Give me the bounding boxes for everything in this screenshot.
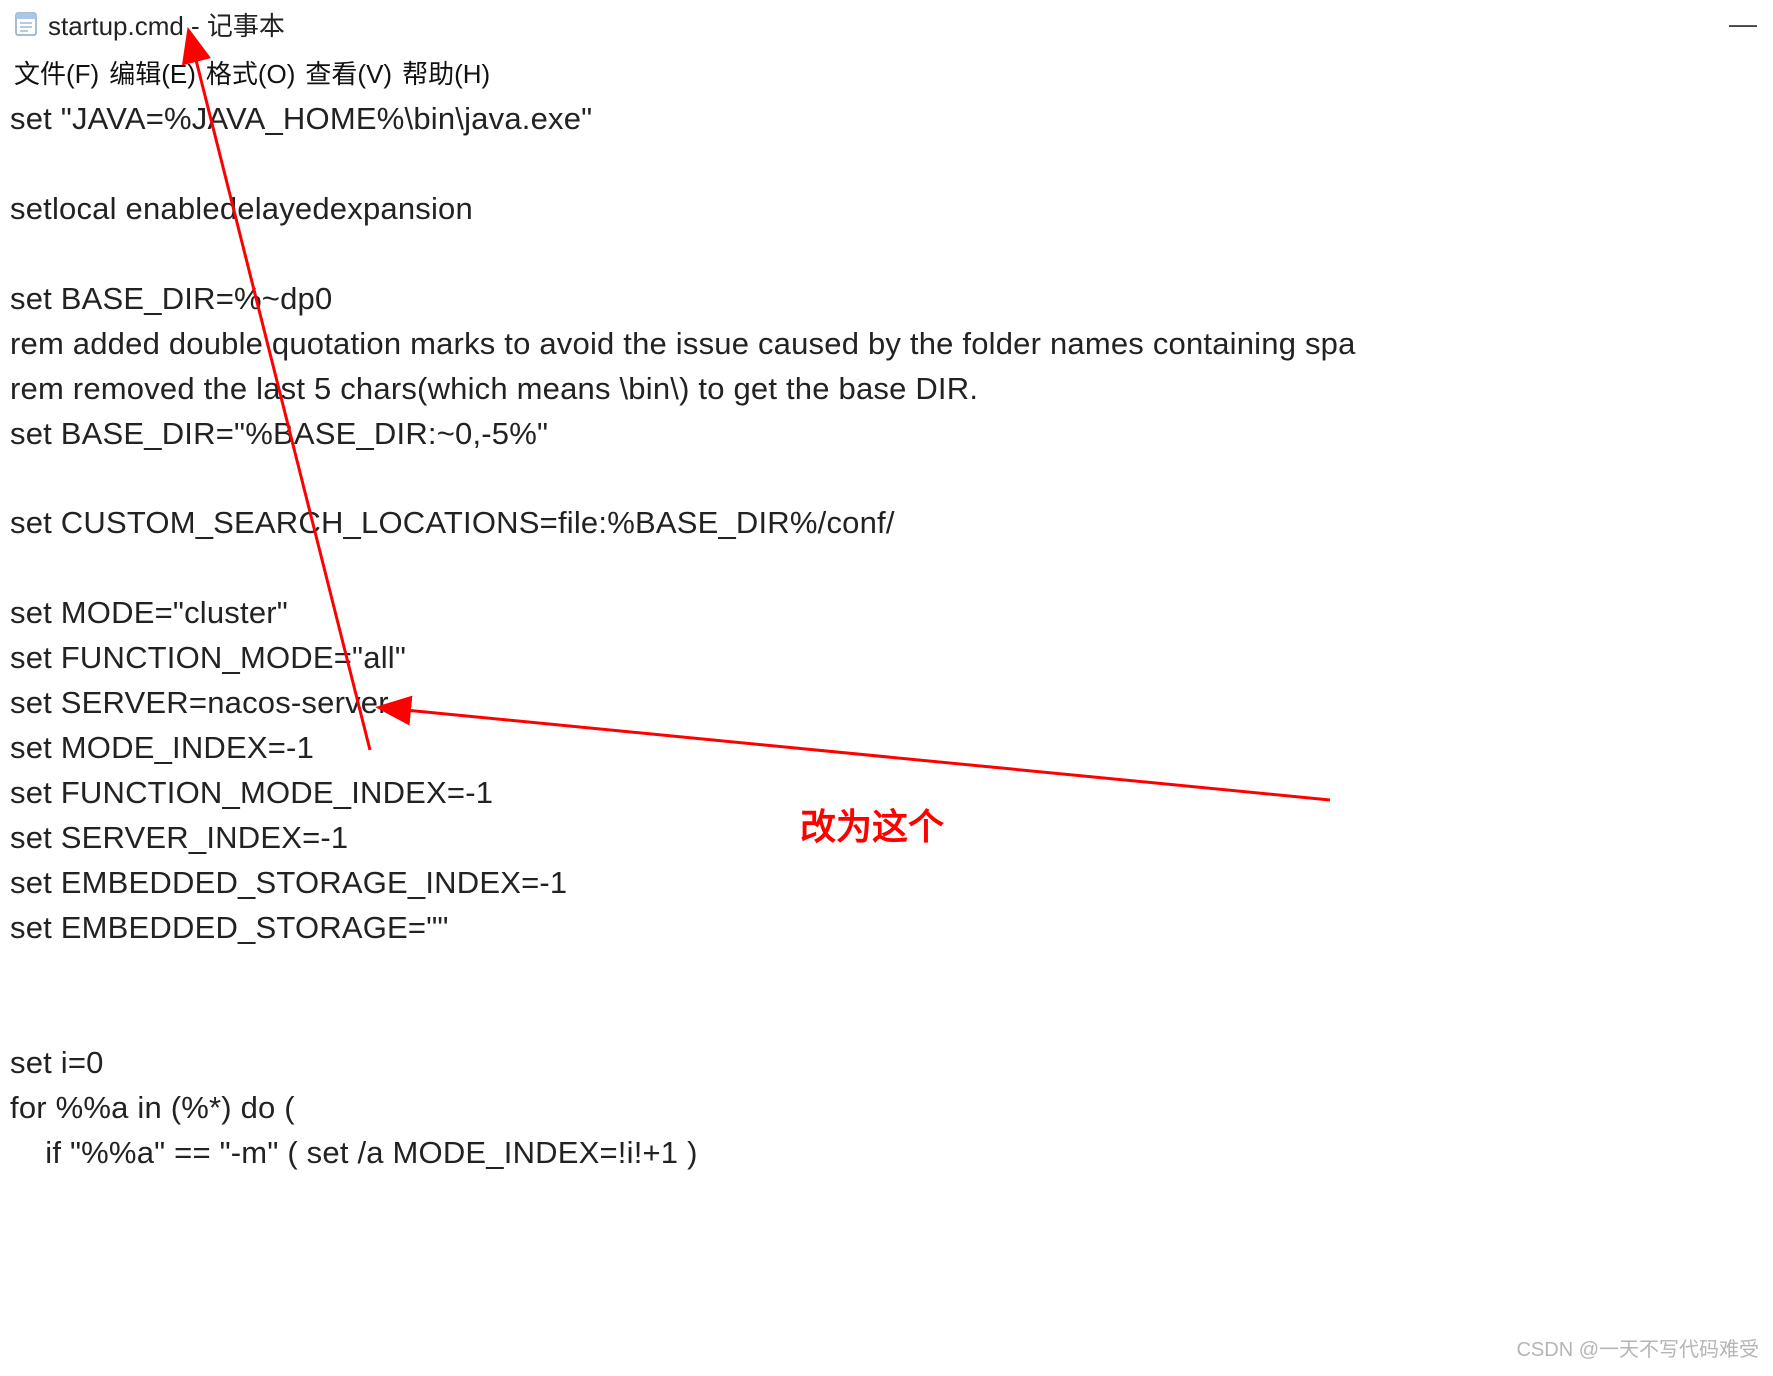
text-editor[interactable]: set "JAVA=%JAVA_HOME%\bin\java.exe" setl… [0, 97, 1773, 1176]
editor-line: set MODE="cluster" [10, 591, 1763, 636]
annotation-label: 改为这个 [800, 798, 944, 850]
editor-line: set EMBEDDED_STORAGE_INDEX=-1 [10, 861, 1763, 906]
window-title: startup.cmd - 记事本 [48, 6, 285, 43]
editor-line: rem added double quotation marks to avoi… [10, 322, 1763, 367]
menu-view[interactable]: 查看(V) [303, 54, 394, 91]
editor-line [10, 951, 1763, 996]
menubar: 文件(F) 编辑(E) 格式(O) 查看(V) 帮助(H) [0, 48, 1773, 97]
editor-line: set MODE_INDEX=-1 [10, 726, 1763, 771]
editor-line: set EMBEDDED_STORAGE="" [10, 906, 1763, 951]
titlebar: startup.cmd - 记事本 — [0, 0, 1773, 48]
editor-line: rem removed the last 5 chars(which means… [10, 367, 1763, 412]
editor-line: set SERVER=nacos-server [10, 681, 1763, 726]
editor-line: for %%a in (%*) do ( [10, 1086, 1763, 1131]
menu-file[interactable]: 文件(F) [12, 54, 101, 91]
editor-line: set BASE_DIR="%BASE_DIR:~0,-5%" [10, 412, 1763, 457]
watermark: CSDN @一天不写代码难受 [1516, 1333, 1759, 1362]
menu-help[interactable]: 帮助(H) [400, 54, 492, 91]
editor-line: set CUSTOM_SEARCH_LOCATIONS=file:%BASE_D… [10, 501, 1763, 546]
menu-edit[interactable]: 编辑(E) [107, 54, 198, 91]
editor-line [10, 142, 1763, 187]
editor-line: set "JAVA=%JAVA_HOME%\bin\java.exe" [10, 97, 1763, 142]
editor-line: set i=0 [10, 1041, 1763, 1086]
minimize-button[interactable]: — [1713, 0, 1773, 48]
menu-format[interactable]: 格式(O) [204, 54, 298, 91]
editor-line [10, 232, 1763, 277]
editor-line: set BASE_DIR=%~dp0 [10, 277, 1763, 322]
editor-line: if "%%a" == "-m" ( set /a MODE_INDEX=!i!… [10, 1131, 1763, 1176]
notepad-icon [12, 10, 40, 38]
editor-line [10, 457, 1763, 502]
editor-line: setlocal enabledelayedexpansion [10, 187, 1763, 232]
editor-line [10, 996, 1763, 1041]
editor-line [10, 546, 1763, 591]
editor-line: set FUNCTION_MODE="all" [10, 636, 1763, 681]
